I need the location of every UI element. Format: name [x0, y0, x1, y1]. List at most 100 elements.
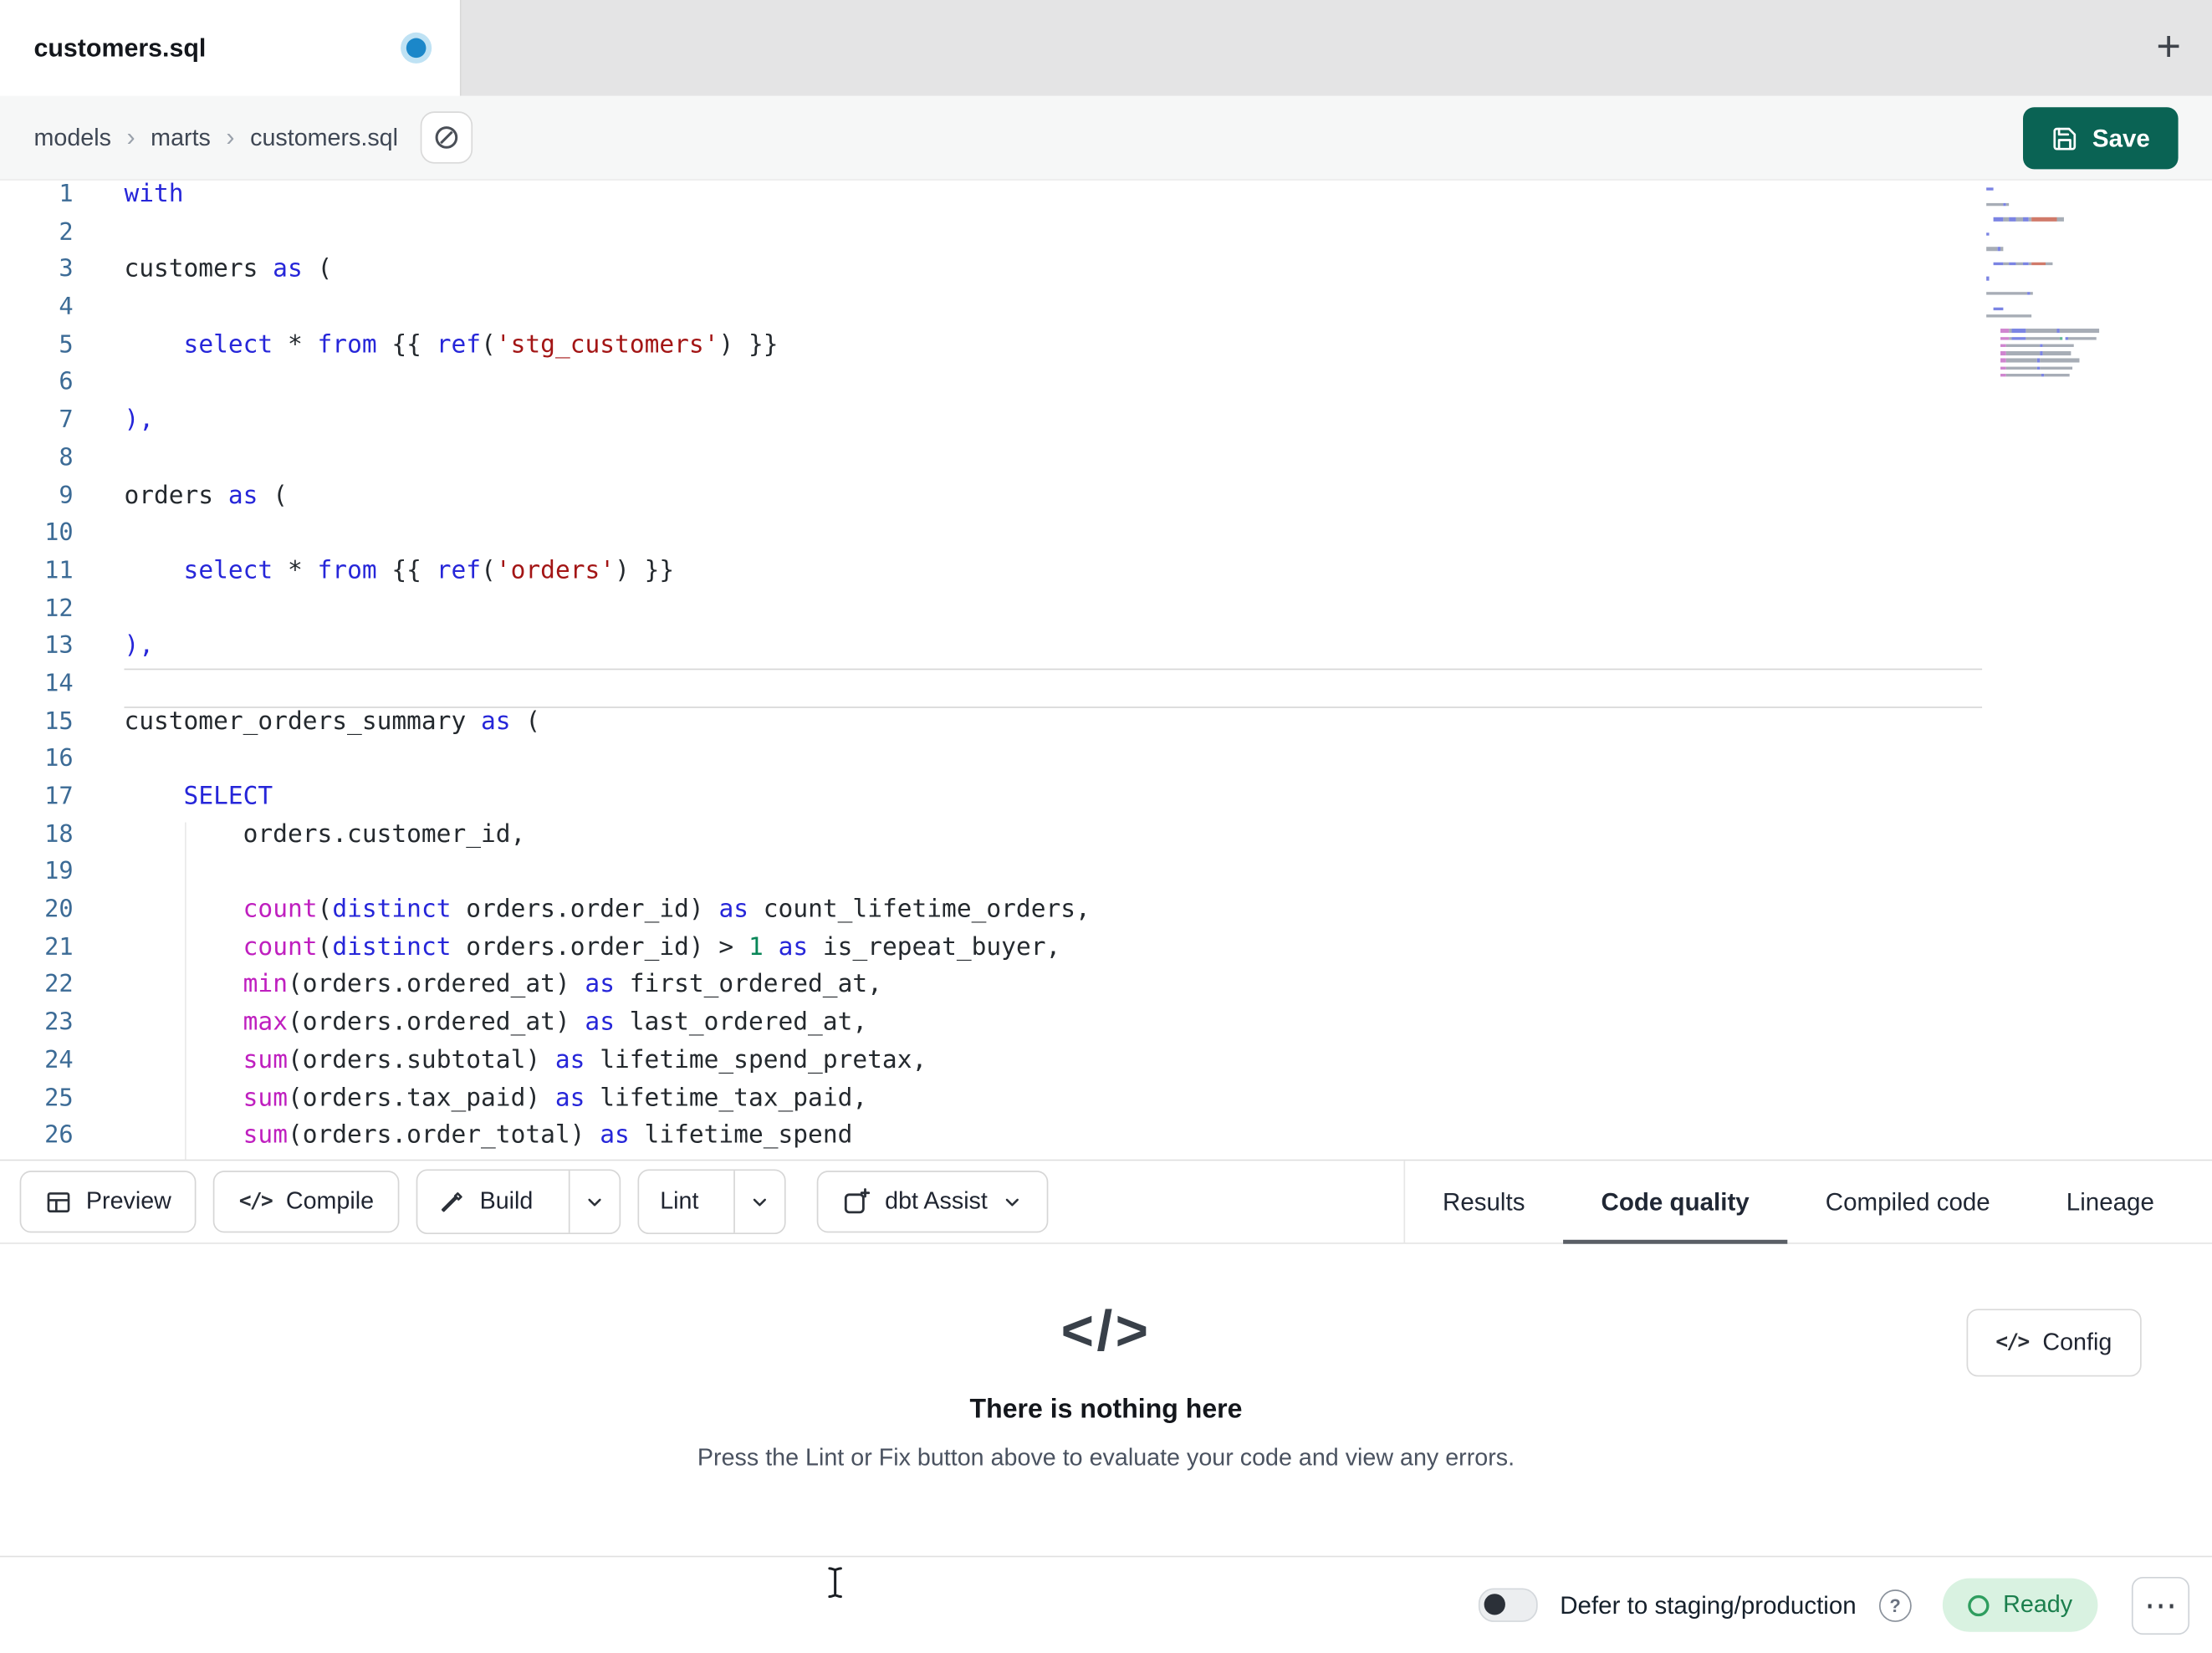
- ready-status-badge[interactable]: Ready: [1942, 1578, 2098, 1632]
- line-number: 3: [59, 255, 74, 284]
- code-line[interactable]: 18 orders.customer_id,: [0, 820, 2212, 858]
- lint-dropdown-button[interactable]: [733, 1171, 785, 1233]
- line-number: 10: [44, 519, 74, 548]
- tab-lineage[interactable]: Lineage: [2028, 1161, 2192, 1242]
- code-slash-icon: </>: [1060, 1300, 1152, 1363]
- breadcrumb-marts[interactable]: marts: [151, 124, 211, 152]
- code-line[interactable]: 24 sum(orders.subtotal) as lifetime_spen…: [0, 1046, 2212, 1084]
- line-number: 20: [44, 895, 74, 925]
- code-line[interactable]: 12: [0, 594, 2212, 632]
- hammer-icon: [439, 1188, 466, 1215]
- minimap[interactable]: [1986, 187, 2116, 381]
- lint-split-button: Lint: [637, 1169, 787, 1235]
- line-number: 22: [44, 971, 74, 1000]
- code-line[interactable]: 17 SELECT: [0, 783, 2212, 820]
- chevron-down-icon: [584, 1191, 605, 1212]
- build-label: Build: [479, 1187, 534, 1215]
- line-number: 17: [44, 783, 74, 811]
- breadcrumb-customers-sql[interactable]: customers.sql: [250, 124, 398, 152]
- format-icon: [433, 124, 460, 151]
- build-button[interactable]: Build: [417, 1171, 554, 1232]
- indent-guide: [184, 822, 186, 1160]
- new-tab-button[interactable]: +: [2156, 0, 2181, 96]
- code-line[interactable]: 7),: [0, 406, 2212, 444]
- dbt-assist-button[interactable]: dbt Assist: [817, 1171, 1049, 1233]
- compile-label: Compile: [285, 1187, 375, 1215]
- code-line[interactable]: 11 select * from {{ ref('orders') }}: [0, 557, 2212, 594]
- empty-state: </> There is nothing here Press the Lint…: [0, 1244, 2212, 1472]
- empty-state-title: There is nothing here: [969, 1395, 1243, 1425]
- ellipsis-icon: ⋯: [2144, 1585, 2177, 1623]
- code-line[interactable]: 4: [0, 293, 2212, 331]
- line-number: 16: [44, 745, 74, 773]
- format-button[interactable]: [421, 111, 473, 164]
- help-icon[interactable]: ?: [1878, 1589, 1912, 1622]
- line-number: 13: [44, 632, 74, 661]
- ready-label: Ready: [2003, 1590, 2073, 1618]
- build-dropdown-button[interactable]: [568, 1171, 620, 1233]
- breadcrumb-separator: ›: [126, 122, 135, 151]
- line-number: 5: [59, 330, 74, 360]
- empty-state-subtitle: Press the Lint or Fix button above to ev…: [697, 1444, 1515, 1472]
- tab-code-quality[interactable]: Code quality: [1563, 1161, 1788, 1244]
- code-icon: </>: [238, 1190, 273, 1213]
- more-options-button[interactable]: ⋯: [2131, 1576, 2190, 1635]
- file-tab-customers-sql[interactable]: customers.sql: [0, 0, 462, 96]
- code-line[interactable]: 8: [0, 444, 2212, 482]
- line-number: 11: [44, 557, 74, 585]
- status-bar: Defer to staging/production ? Ready ⋯: [0, 1555, 2212, 1653]
- defer-toggle[interactable]: [1478, 1588, 1538, 1622]
- assist-label: dbt Assist: [885, 1187, 988, 1215]
- line-number: 12: [44, 594, 74, 623]
- line-number: 23: [44, 1008, 74, 1038]
- code-quality-panel: </> Config </> There is nothing here Pre…: [0, 1243, 2212, 1556]
- code-line[interactable]: 3 customers as (: [0, 256, 2212, 293]
- line-number: 1: [59, 180, 74, 209]
- code-line[interactable]: 6: [0, 369, 2212, 406]
- code-line[interactable]: 13),: [0, 632, 2212, 670]
- code-line[interactable]: 25 sum(orders.tax_paid) as lifetime_tax_…: [0, 1084, 2212, 1121]
- code-line[interactable]: 14: [0, 668, 2212, 707]
- code-line[interactable]: 23 max(orders.ordered_at) as last_ordere…: [0, 1008, 2212, 1046]
- dbt-ide-window: customers.sql + models › marts › custome…: [0, 0, 2212, 1653]
- config-button[interactable]: </> Config: [1965, 1309, 2142, 1377]
- code-line[interactable]: 26 sum(orders.order_total) as lifetime_s…: [0, 1121, 2212, 1159]
- code-line[interactable]: 20 count(distinct orders.order_id) as co…: [0, 895, 2212, 933]
- code-line[interactable]: 22 min(orders.ordered_at) as first_order…: [0, 971, 2212, 1008]
- line-number: 8: [59, 444, 74, 472]
- build-split-button: Build: [416, 1169, 621, 1235]
- table-icon: [45, 1188, 72, 1215]
- text-cursor-icon: [825, 1565, 845, 1599]
- code-line[interactable]: 1 with: [0, 181, 2212, 218]
- line-number: 9: [59, 482, 74, 510]
- code-icon: </>: [1995, 1331, 2030, 1355]
- code-line[interactable]: 10: [0, 519, 2212, 557]
- tab-compiled-code[interactable]: Compiled code: [1787, 1161, 2028, 1242]
- lint-button[interactable]: Lint: [639, 1171, 720, 1232]
- preview-button[interactable]: Preview: [19, 1171, 197, 1233]
- code-line[interactable]: 15 customer_orders_summary as (: [0, 707, 2212, 745]
- panel-tabs: Results Code quality Compiled code Linea…: [1402, 1161, 2193, 1244]
- code-line[interactable]: 16: [0, 745, 2212, 783]
- line-number: 26: [44, 1121, 74, 1150]
- tab-results[interactable]: Results: [1404, 1161, 1563, 1242]
- code-editor[interactable]: 1 with 2 3 customers as (4 5 select * from {{…: [0, 180, 2212, 1160]
- unsaved-changes-dot-icon: [406, 38, 427, 59]
- line-number: 7: [59, 406, 74, 435]
- save-label: Save: [2092, 123, 2150, 152]
- code-line[interactable]: 2: [0, 218, 2212, 256]
- line-number: 6: [59, 369, 74, 397]
- code-line[interactable]: 5 select * from {{ ref('stg_customers') …: [0, 331, 2212, 369]
- lint-label: Lint: [660, 1187, 699, 1215]
- chevron-down-icon: [1002, 1191, 1023, 1212]
- compile-button[interactable]: </> Compile: [213, 1171, 400, 1233]
- breadcrumb-separator: ›: [226, 122, 235, 151]
- save-button[interactable]: Save: [2023, 107, 2179, 170]
- preview-label: Preview: [85, 1187, 171, 1215]
- breadcrumb-models[interactable]: models: [33, 124, 110, 152]
- code-line[interactable]: 19: [0, 858, 2212, 895]
- assist-sparkle-icon: [843, 1187, 871, 1216]
- config-label: Config: [2042, 1329, 2112, 1356]
- code-line[interactable]: 21 count(distinct orders.order_id) > 1 a…: [0, 933, 2212, 971]
- code-line[interactable]: 9 orders as (: [0, 482, 2212, 519]
